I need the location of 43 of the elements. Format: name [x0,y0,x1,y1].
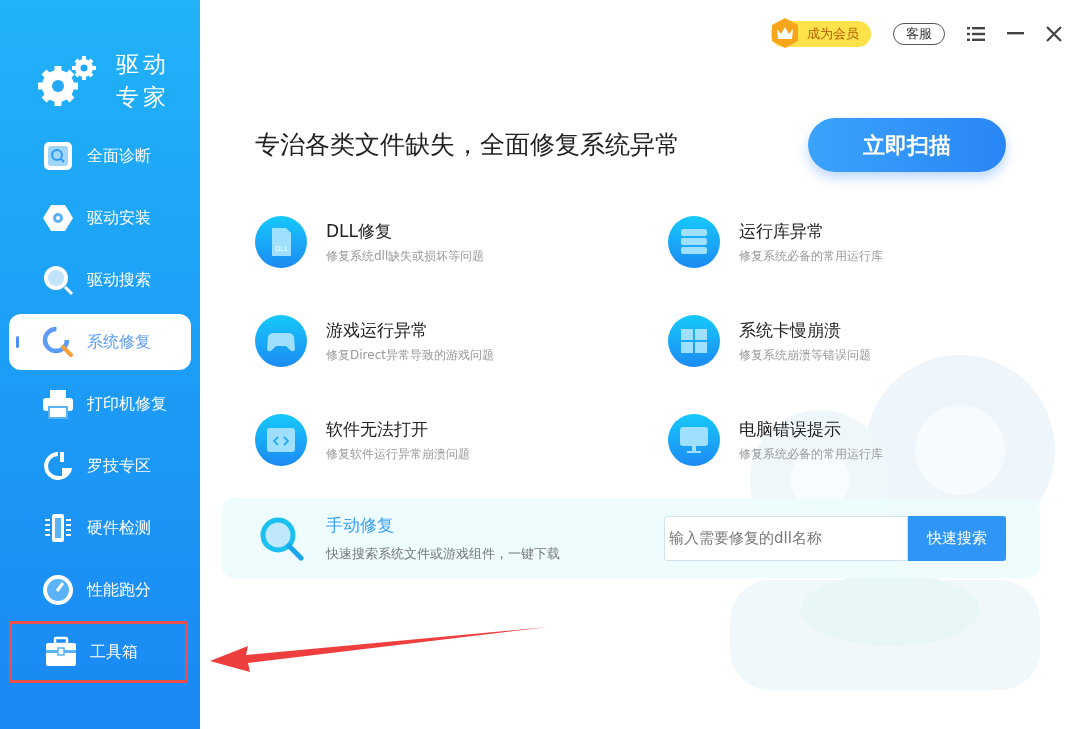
menu-icon[interactable] [967,26,985,41]
sidebar-item[interactable]: 系统修复 [9,314,191,370]
repair-title[interactable]: 运行库异常 [738,219,883,245]
repair-title[interactable]: 软件无法打开 [326,417,470,443]
close-icon[interactable] [1046,25,1062,42]
repair-title[interactable]: 系统卡慢崩溃 [738,318,871,344]
dll-name-field[interactable]: 输入需要修复的dll名称 [664,515,908,561]
repair-title[interactable]: 电脑错误提示 [738,417,883,443]
manual-repair-description: 快速搜索系统文件或游戏组件，一键下载 [326,545,560,563]
sidebar-item[interactable]: 驱动安装 [9,190,191,246]
sidebar-item[interactable]: 打印机修复 [9,376,191,432]
repair-description: 修复系统dll缺失或损坏等问题 [326,247,485,265]
search-icon [42,264,74,296]
benchmark-icon [42,574,74,606]
repair-title[interactable]: 游戏运行异常 [326,318,494,344]
repair-description: 修复系统必备的常用运行库 [738,247,883,265]
crown-icon [769,16,801,49]
sidebar-item[interactable]: 硬件检测 [9,500,191,556]
minimize-icon[interactable] [1007,32,1024,35]
app-name: 专家 [116,83,170,112]
quick-search-button[interactable]: 快速搜索 [908,515,1006,561]
monitor-icon [667,414,720,466]
sidebar-item[interactable]: 性能跑分 [9,562,191,618]
sidebar-item[interactable]: 驱动搜索 [9,252,191,308]
selection-indicator [16,336,19,348]
hardware-icon [42,512,74,544]
repair-description: 修复软件运行异常崩溃问题 [326,445,470,463]
repair-description: 修复Direct异常导致的游戏问题 [326,346,494,364]
vip-badge[interactable]: 成为会员 [771,20,871,47]
printer-icon [42,388,74,420]
search-icon [258,515,304,561]
app-name: 驱动 [116,50,170,79]
manual-repair-title: 手动修复 [326,513,395,537]
game-icon [255,315,307,367]
scan-button[interactable]: 立即扫描 [808,118,1006,172]
sidebar-item[interactable]: 罗技专区 [9,438,191,494]
sidebar-item[interactable]: 全面诊断 [9,128,191,184]
toolbox-icon [45,636,77,668]
repair-title[interactable]: DLL修复 [326,219,485,245]
repair-description: 修复系统必备的常用运行库 [738,445,883,463]
sidebar-item[interactable]: 工具箱 [12,624,185,680]
repair-description: 修复系统崩溃等错误问题 [738,346,871,364]
headline: 专治各类文件缺失，全面修复系统异常 [255,129,680,162]
